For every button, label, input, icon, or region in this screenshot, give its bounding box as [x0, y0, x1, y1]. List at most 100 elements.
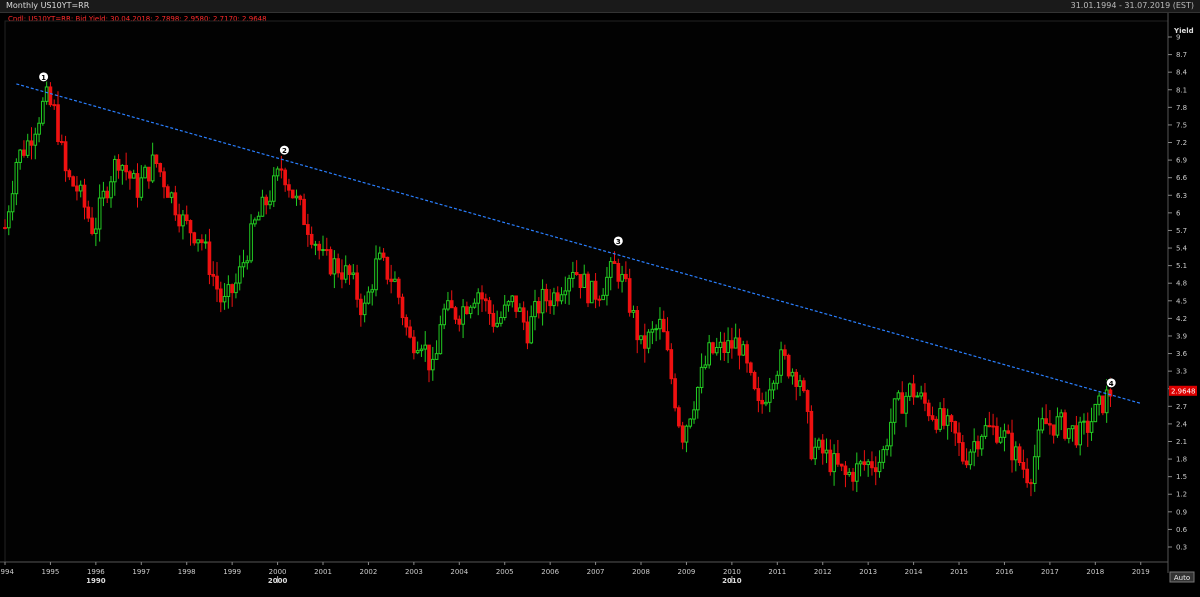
y-tick-label: 8.1: [1176, 86, 1187, 94]
y-tick-label: 6: [1176, 209, 1181, 217]
y-tick-label: 8.4: [1176, 69, 1188, 77]
candle-body: [400, 296, 405, 319]
y-tick-label: 5.1: [1176, 262, 1187, 270]
candle-body: [366, 291, 371, 304]
candle-body: [824, 449, 829, 454]
candle-body: [18, 149, 22, 163]
candle-body: [423, 344, 428, 350]
candle-body: [639, 335, 643, 341]
candle-body: [563, 290, 568, 296]
y-tick-label: 3.9: [1176, 332, 1187, 340]
last-value-label: 2.9648: [1171, 387, 1196, 395]
candle-body: [404, 317, 409, 328]
y-tick-label: 4.8: [1176, 280, 1187, 288]
candle-body: [783, 349, 787, 356]
candle-body: [680, 425, 685, 443]
date-range: 31.01.1994 - 31.07.2019 (EST): [1070, 1, 1194, 10]
x-tick-label: 2001: [314, 568, 332, 576]
candle-body: [412, 336, 416, 354]
candle-body: [608, 261, 613, 278]
candle-body: [256, 215, 261, 221]
candle-body: [760, 399, 764, 405]
candle-body: [472, 302, 477, 308]
candle-body: [279, 168, 284, 171]
candle-body: [983, 425, 988, 437]
candle-body: [559, 294, 564, 302]
candle-body: [813, 446, 817, 460]
pivot-marker-label: 3: [616, 238, 621, 246]
x-tick-label: 2009: [678, 568, 696, 576]
auto-button-label[interactable]: Auto: [1174, 574, 1190, 582]
candle-body: [56, 104, 60, 142]
candle-body: [930, 415, 935, 420]
candle-body: [415, 350, 420, 354]
pivot-marker-label: 4: [1109, 380, 1114, 388]
y-tick-label: 1.2: [1176, 491, 1187, 499]
candle-body: [923, 392, 927, 404]
candle-body: [1078, 421, 1082, 446]
candle-body: [730, 340, 734, 349]
candle-body: [1002, 430, 1007, 438]
candle-body: [635, 310, 640, 341]
candle-body: [605, 276, 609, 296]
candle-body: [741, 344, 746, 356]
candle-body: [1097, 395, 1101, 405]
pivot-marker-label: 2: [282, 147, 287, 155]
y-tick-label: 4.5: [1176, 297, 1187, 305]
y-tick-label: 0.3: [1176, 544, 1187, 552]
candle-body: [253, 219, 257, 225]
x-tick-label: 2018: [1086, 568, 1104, 576]
candle-body: [389, 278, 393, 282]
candle-body: [302, 198, 306, 226]
candle-body: [449, 300, 454, 309]
candle-body: [1029, 482, 1033, 485]
candle-body: [94, 228, 98, 234]
candle-body: [309, 233, 314, 245]
candle-body: [1025, 468, 1029, 484]
candle-body: [347, 265, 352, 275]
candle-body: [124, 164, 128, 173]
candle-body: [298, 195, 303, 200]
y-tick-label: 6.3: [1176, 192, 1187, 200]
candle-body: [506, 301, 511, 306]
candle-body: [703, 364, 708, 368]
y-tick-label: 0.6: [1176, 526, 1188, 534]
candle-body: [854, 463, 859, 482]
x-tick-label: 2017: [1041, 568, 1059, 576]
y-tick-label: 2.4: [1176, 420, 1188, 428]
candle-body: [529, 316, 534, 344]
candle-body: [321, 249, 325, 252]
candle-body: [627, 278, 632, 313]
candle-body: [75, 185, 79, 192]
candle-body: [1101, 395, 1105, 414]
candle-body: [131, 173, 136, 179]
price-chart[interactable]: Yield0.30.60.91.21.51.82.12.42.733.33.63…: [0, 13, 1200, 597]
candle-body: [461, 306, 465, 325]
candle-body: [184, 214, 189, 222]
candle-body: [377, 252, 382, 260]
candle-body: [907, 383, 912, 397]
candle-body: [495, 322, 499, 327]
candle-body: [476, 292, 481, 304]
candle-body: [419, 348, 424, 352]
candle-body: [370, 289, 375, 293]
candle-body: [786, 354, 791, 377]
candle-body: [514, 295, 518, 312]
candle-body: [63, 141, 68, 172]
candle-body: [851, 471, 855, 482]
title-bar: Monthly US10YT=RR 31.01.1994 - 31.07.201…: [0, 0, 1200, 13]
candle-body: [1010, 432, 1014, 461]
candle-body: [1036, 429, 1041, 458]
candle-body: [135, 173, 140, 198]
candle-body: [465, 306, 469, 315]
candle-body: [945, 415, 950, 426]
candle-body: [1093, 403, 1098, 423]
candle-body: [555, 292, 560, 302]
y-tick-label: 5.7: [1176, 227, 1187, 235]
candle-body: [396, 278, 401, 298]
candle-body: [756, 388, 761, 401]
candle-body: [374, 258, 378, 291]
x-tick-label: 2019: [1132, 568, 1150, 576]
y-tick-label: 8.7: [1176, 51, 1187, 59]
candle-body: [1055, 416, 1060, 436]
